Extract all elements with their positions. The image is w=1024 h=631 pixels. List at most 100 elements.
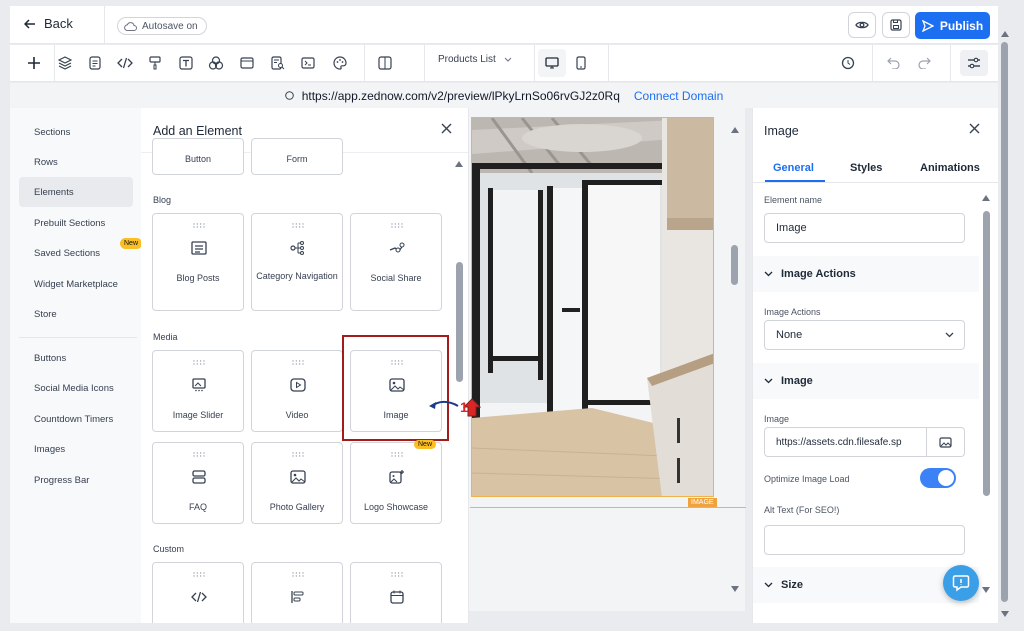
logo-showcase-icon bbox=[387, 467, 407, 487]
nav-item-progress-bar[interactable]: Progress Bar bbox=[19, 466, 133, 494]
save-button[interactable] bbox=[882, 12, 910, 38]
close-button[interactable] bbox=[969, 123, 980, 134]
palette-icon bbox=[333, 56, 347, 70]
undo-button[interactable] bbox=[882, 51, 906, 75]
close-button[interactable] bbox=[441, 123, 452, 134]
sections-button[interactable] bbox=[235, 51, 259, 75]
section-title: Image bbox=[781, 375, 813, 387]
optimize-image-toggle[interactable] bbox=[920, 468, 956, 488]
tab-general[interactable]: General bbox=[773, 162, 814, 174]
nav-item-prebuilt-sections[interactable]: Prebuilt Sections bbox=[19, 209, 133, 237]
alt-text-input[interactable] bbox=[764, 525, 965, 555]
image-section-header[interactable]: Image bbox=[753, 363, 979, 399]
window-scrollbar[interactable] bbox=[1000, 30, 1010, 620]
page-select-value: Products List bbox=[438, 54, 496, 65]
page-select[interactable]: Products List bbox=[438, 54, 512, 65]
nav-item-rows[interactable]: Rows bbox=[19, 148, 133, 176]
nav-item-buttons[interactable]: Buttons bbox=[19, 344, 133, 372]
panel-scrollbar[interactable] bbox=[455, 160, 463, 615]
publish-button[interactable]: Publish bbox=[915, 12, 990, 39]
element-card-custom-layout[interactable] bbox=[251, 562, 343, 623]
nav-item-sections[interactable]: Sections bbox=[19, 118, 133, 146]
add-button[interactable] bbox=[22, 51, 46, 75]
nav-item-images[interactable]: Images bbox=[19, 435, 133, 463]
image-url-input[interactable]: https://assets.cdn.filesafe.sp bbox=[764, 427, 927, 457]
office-door-image[interactable] bbox=[471, 117, 714, 497]
scrollbar-thumb[interactable] bbox=[983, 211, 990, 496]
element-card-form[interactable]: Form bbox=[251, 138, 343, 175]
seo-button[interactable] bbox=[266, 51, 290, 75]
components-button[interactable] bbox=[204, 51, 228, 75]
element-card-faq[interactable]: FAQ bbox=[152, 442, 244, 524]
help-chat-button[interactable] bbox=[943, 565, 979, 601]
element-card-logo-showcase[interactable]: Logo Showcase bbox=[350, 442, 442, 524]
layers-button[interactable] bbox=[53, 51, 77, 75]
drag-handle-icon bbox=[193, 360, 205, 365]
section-heading-blog: Blog bbox=[153, 195, 172, 205]
back-button[interactable]: Back bbox=[24, 16, 73, 31]
nav-item-widget-marketplace[interactable]: Widget Marketplace bbox=[19, 270, 133, 298]
desktop-view-button[interactable] bbox=[538, 49, 566, 77]
nav-item-elements[interactable]: Elements bbox=[19, 177, 133, 207]
connect-domain-link[interactable]: Connect Domain bbox=[634, 89, 723, 103]
element-card-blog-posts[interactable]: Blog Posts bbox=[152, 213, 244, 311]
divider bbox=[872, 45, 873, 82]
desktop-icon bbox=[545, 57, 559, 69]
tab-styles[interactable]: Styles bbox=[850, 162, 882, 174]
scrollbar-thumb[interactable] bbox=[1001, 42, 1008, 602]
image-actions-section-header[interactable]: Image Actions bbox=[753, 256, 979, 292]
card-label: Logo Showcase bbox=[363, 502, 429, 512]
image-actions-select[interactable]: None bbox=[764, 320, 965, 350]
styles-button[interactable] bbox=[143, 51, 167, 75]
scroll-down-icon bbox=[731, 586, 739, 592]
section-title: Size bbox=[781, 579, 804, 591]
page-search-icon bbox=[271, 56, 285, 70]
autosave-toggle[interactable]: Autosave on bbox=[117, 17, 207, 35]
drag-handle-icon bbox=[391, 223, 403, 228]
code-button[interactable] bbox=[113, 51, 137, 75]
element-card-image-slider[interactable]: Image Slider bbox=[152, 350, 244, 432]
nav-item-countdown-timers[interactable]: Countdown Timers bbox=[19, 405, 133, 433]
element-card-social-share[interactable]: Social Share bbox=[350, 213, 442, 311]
scroll-down-icon[interactable] bbox=[981, 586, 991, 594]
settings-button[interactable] bbox=[960, 50, 988, 76]
card-label: Photo Gallery bbox=[269, 502, 325, 512]
page-icon bbox=[89, 56, 101, 70]
image-element-tag: IMAGE bbox=[688, 498, 717, 507]
components-icon bbox=[208, 56, 224, 70]
element-card-button[interactable]: Button bbox=[152, 138, 244, 175]
nav-item-social-media-icons[interactable]: Social Media Icons bbox=[19, 374, 133, 402]
preview-button[interactable] bbox=[848, 12, 876, 38]
history-button[interactable] bbox=[836, 51, 860, 75]
split-view-button[interactable] bbox=[373, 51, 397, 75]
mobile-view-button[interactable] bbox=[569, 51, 593, 75]
element-card-photo-gallery[interactable]: Photo Gallery bbox=[251, 442, 343, 524]
drag-handle-icon bbox=[193, 572, 205, 577]
scroll-down-icon bbox=[1001, 611, 1009, 617]
scrollbar-thumb[interactable] bbox=[731, 245, 738, 285]
card-label: Blog Posts bbox=[176, 273, 220, 283]
element-card-calendar[interactable] bbox=[350, 562, 442, 623]
divider bbox=[364, 45, 365, 82]
scrollbar-thumb[interactable] bbox=[456, 262, 463, 382]
redo-button[interactable] bbox=[912, 51, 936, 75]
text-button[interactable] bbox=[174, 51, 198, 75]
canvas-scrollbar[interactable] bbox=[728, 118, 742, 608]
tracking-code-button[interactable] bbox=[296, 51, 320, 75]
element-name-input[interactable]: Image bbox=[764, 213, 965, 243]
element-card-custom-code[interactable] bbox=[152, 562, 244, 623]
image-picker-button[interactable] bbox=[926, 427, 965, 457]
left-sidebar: Sections Rows Elements Prebuilt Sections… bbox=[10, 108, 143, 623]
element-card-category-navigation[interactable]: Category Navigation bbox=[251, 213, 343, 311]
scroll-up-icon[interactable] bbox=[981, 194, 991, 202]
theme-button[interactable] bbox=[328, 51, 352, 75]
card-label: Form bbox=[286, 154, 308, 164]
gallery-icon bbox=[288, 467, 308, 487]
tab-animations[interactable]: Animations bbox=[920, 162, 980, 174]
element-card-video[interactable]: Video bbox=[251, 350, 343, 432]
drag-handle-icon bbox=[292, 572, 304, 577]
preview-url[interactable]: https://app.zednow.com/v2/preview/lPkyLr… bbox=[302, 89, 620, 103]
nav-item-saved-sections[interactable]: Saved Sections bbox=[19, 239, 133, 267]
nav-item-store[interactable]: Store bbox=[19, 300, 133, 328]
pages-button[interactable] bbox=[83, 51, 107, 75]
